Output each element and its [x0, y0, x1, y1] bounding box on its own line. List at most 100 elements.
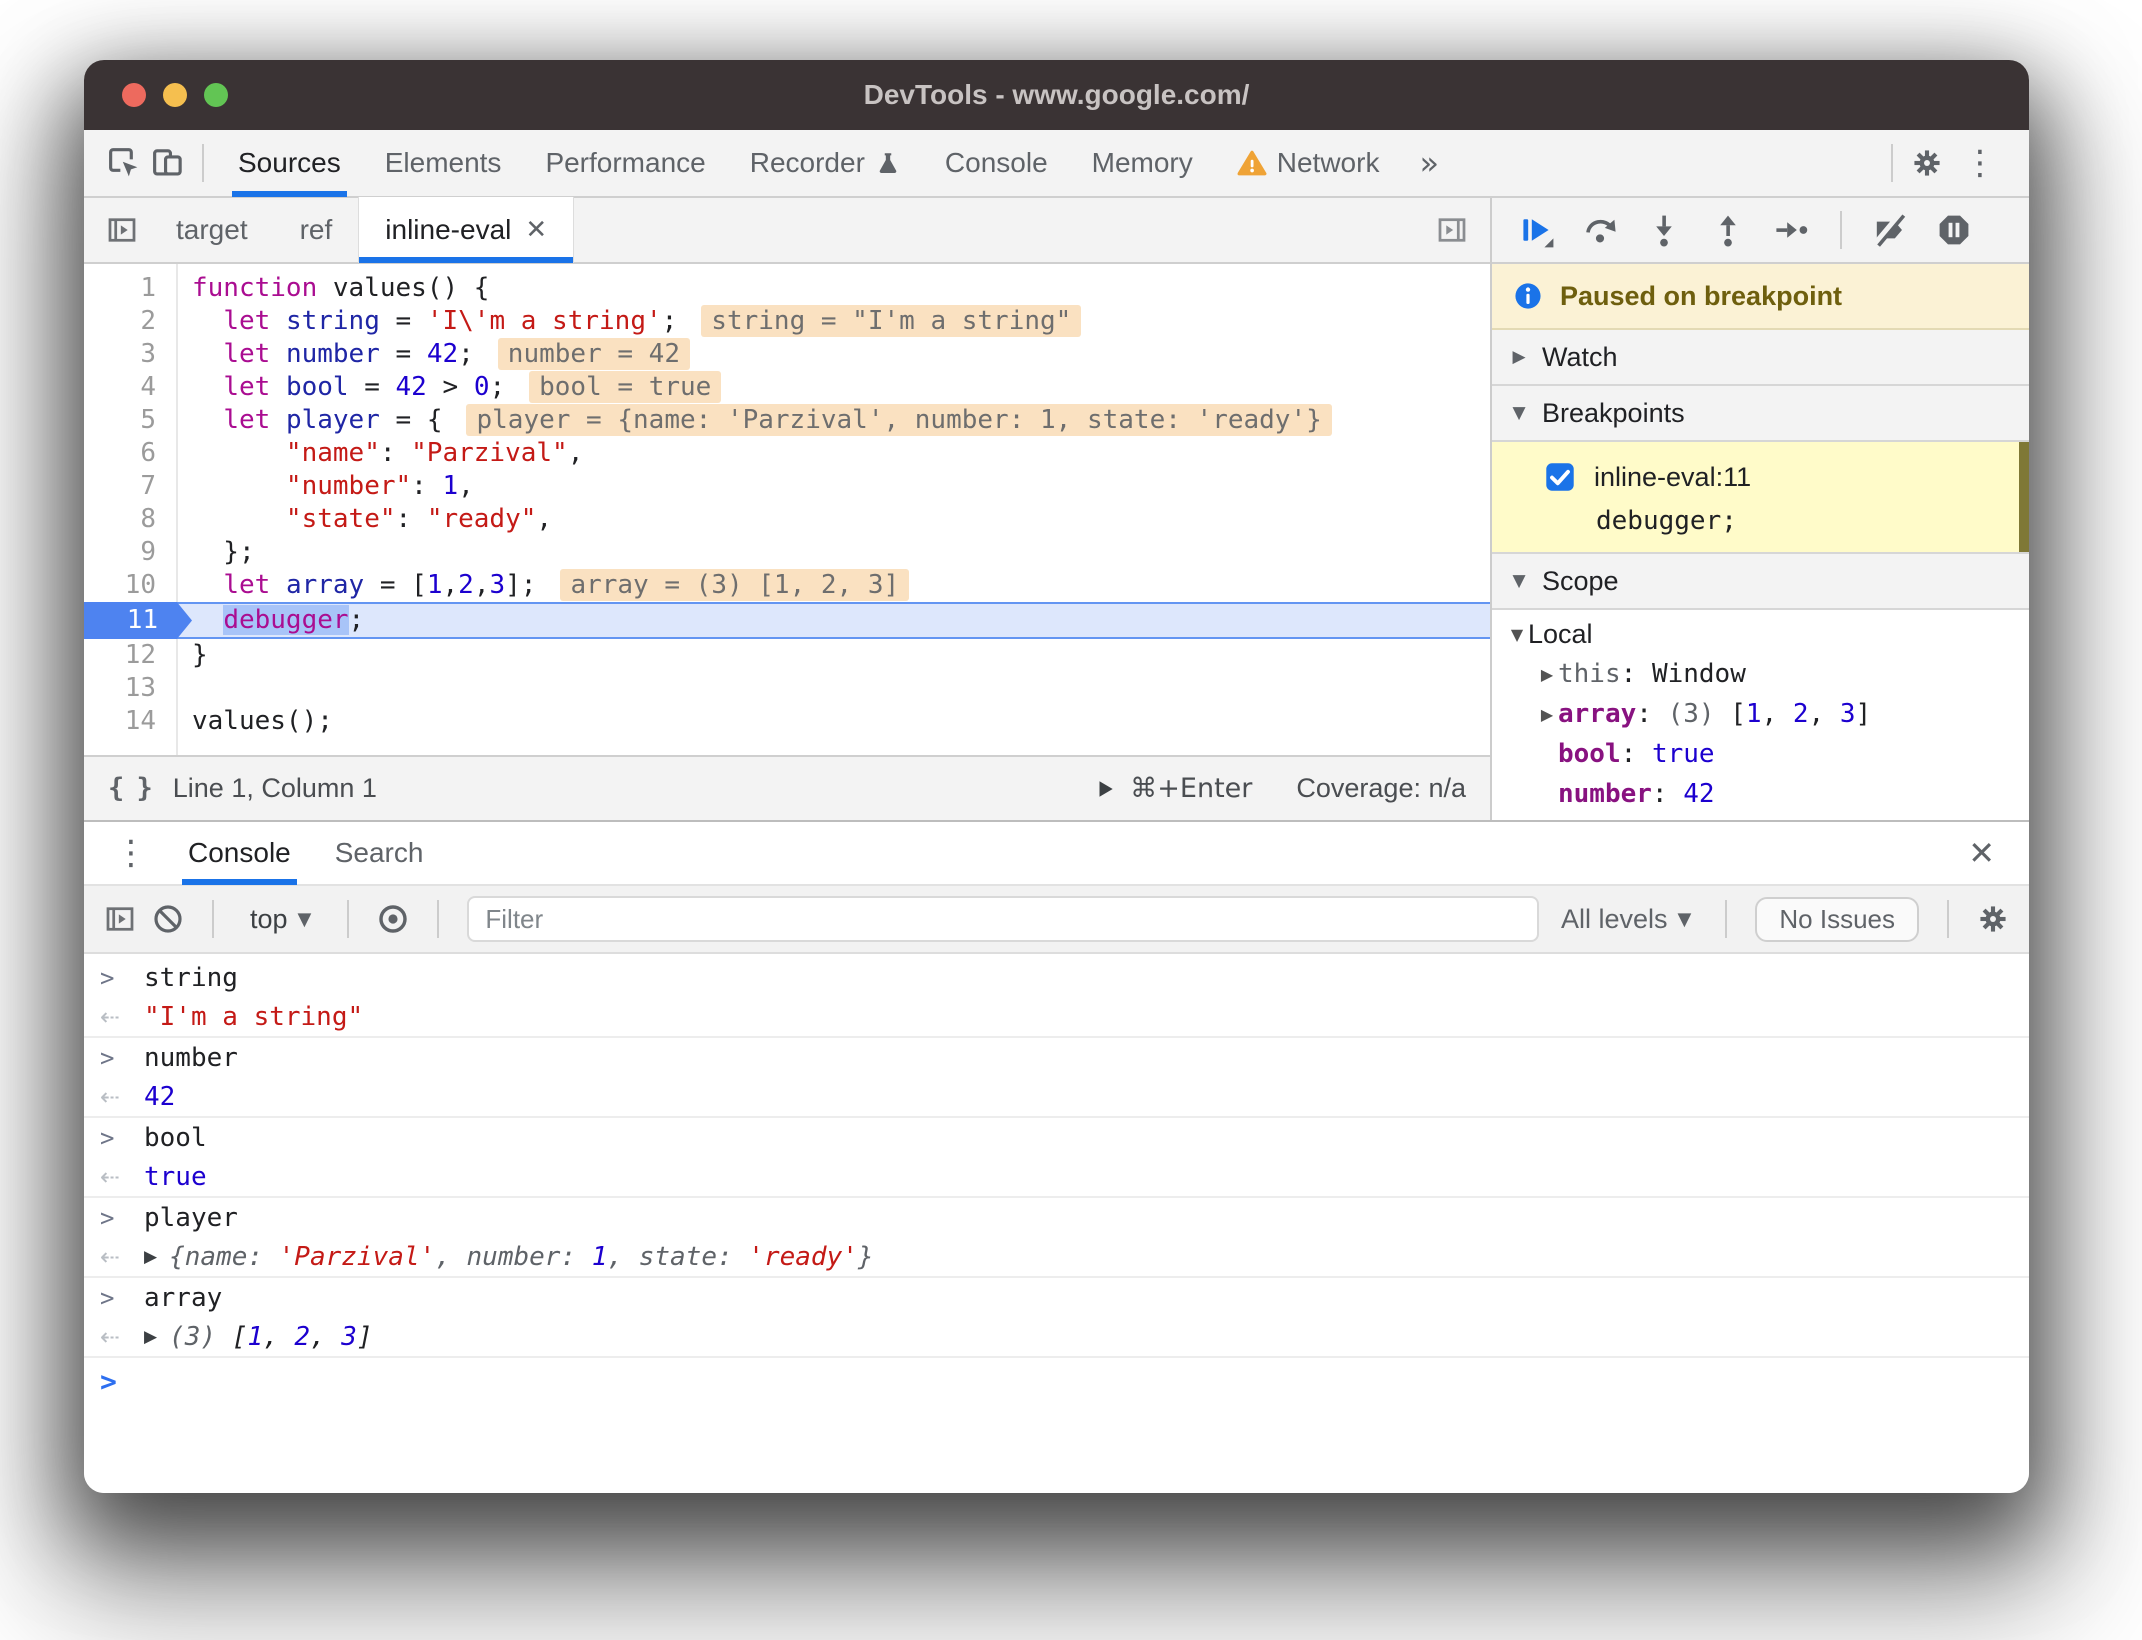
line-number[interactable]: 12: [84, 639, 176, 672]
code-text[interactable]: let bool = 42 > 0; bool = true: [192, 371, 722, 404]
console-filter-input[interactable]: [467, 896, 1539, 942]
code-token: player: [285, 405, 380, 435]
tab-elements[interactable]: Elements: [363, 129, 524, 197]
file-tab-target[interactable]: target: [150, 197, 274, 263]
breakpoint-checkbox[interactable]: [1544, 461, 1576, 493]
line-number[interactable]: 14: [84, 705, 176, 738]
line-number[interactable]: 8: [84, 503, 176, 536]
file-tab-inline-eval[interactable]: inline-eval ✕: [358, 197, 575, 263]
console-input-entry: > array: [84, 1278, 2029, 1318]
step-icon[interactable]: [1774, 212, 1810, 248]
tab-search[interactable]: Search: [313, 821, 446, 885]
tab-sources[interactable]: Sources: [216, 129, 363, 197]
scope-group-local[interactable]: ▼ Local: [1492, 614, 2029, 654]
code-text[interactable]: debugger;: [192, 604, 364, 637]
clear-console-icon[interactable]: [152, 903, 184, 935]
line-number[interactable]: 10: [84, 569, 176, 602]
close-window-button[interactable]: [122, 83, 146, 107]
console-sidebar-icon[interactable]: [104, 903, 136, 935]
code-text[interactable]: let string = 'I\'m a string'; string = "I…: [192, 305, 1082, 338]
code-text[interactable]: }: [192, 639, 208, 672]
live-expression-eye-icon[interactable]: [377, 903, 409, 935]
line-number[interactable]: 6: [84, 437, 176, 470]
step-out-icon[interactable]: [1710, 212, 1746, 248]
expand-triangle-icon[interactable]: ▶: [144, 1327, 157, 1347]
chevron-right-icon[interactable]: ▶: [1536, 665, 1558, 684]
close-drawer-icon[interactable]: ✕: [1968, 834, 2009, 872]
minimize-window-button[interactable]: [163, 83, 187, 107]
code-text[interactable]: let number = 42; number = 42: [192, 338, 690, 371]
tab-memory[interactable]: Memory: [1070, 129, 1215, 197]
code-text[interactable]: let player = {player = {name: 'Parzival'…: [192, 404, 1332, 437]
chevron-right-icon[interactable]: ▶: [1536, 705, 1558, 724]
code-token: ,: [1808, 699, 1840, 729]
line-number[interactable]: 2: [84, 305, 176, 338]
code-token: function: [192, 273, 318, 303]
show-navigator-icon[interactable]: [94, 214, 150, 246]
traffic-lights: [122, 60, 228, 130]
more-panels-icon[interactable]: »: [1401, 144, 1457, 182]
dropdown-arrow-icon: ▼: [1677, 908, 1692, 930]
code-token: ;: [489, 372, 506, 402]
pause-on-exceptions-icon[interactable]: [1936, 212, 1972, 248]
breakpoint-entry[interactable]: inline-eval:11 debugger;: [1492, 442, 2029, 554]
scope-section-header[interactable]: ▼ Scope: [1492, 554, 2029, 610]
file-tab-ref[interactable]: ref: [274, 197, 359, 263]
tab-console[interactable]: Console: [923, 129, 1070, 197]
deactivate-breakpoints-icon[interactable]: [1872, 212, 1908, 248]
zoom-window-button[interactable]: [204, 83, 228, 107]
code-line: 1111 debugger;: [84, 602, 1490, 639]
code-editor[interactable]: 1 function values() { 2 let string = 'I\'m…: [84, 264, 1490, 755]
drawer-menu-icon[interactable]: ⋮: [104, 833, 158, 873]
console-result-arrow-icon: ⇠: [100, 1003, 121, 1031]
line-number[interactable]: 4: [84, 371, 176, 404]
code-text[interactable]: "name": "Parzival",: [192, 437, 583, 470]
code-text[interactable]: "state": "ready",: [192, 503, 552, 536]
resume-script-icon[interactable]: [1518, 212, 1554, 248]
code-token: ];: [505, 570, 537, 600]
tab-performance[interactable]: Performance: [523, 129, 727, 197]
tab-network[interactable]: Network: [1215, 129, 1402, 197]
breakpoints-section-header[interactable]: ▼ Breakpoints: [1492, 386, 2029, 442]
console-settings-gear-icon[interactable]: [1977, 903, 2009, 935]
chevron-down-icon[interactable]: ▼: [1506, 625, 1528, 644]
code-text[interactable]: };: [192, 536, 254, 569]
console-prompt[interactable]: >: [84, 1358, 2029, 1404]
expand-triangle-icon[interactable]: ▶: [144, 1247, 157, 1267]
inspect-element-icon[interactable]: [102, 137, 146, 189]
line-number[interactable]: 9: [84, 536, 176, 569]
customize-devtools-icon[interactable]: ⋮: [1949, 143, 2011, 183]
code-text[interactable]: let array = [1,2,3]; array = (3) [1, 2, 3…: [192, 569, 910, 602]
scope-group-label: Local: [1528, 618, 1593, 649]
line-number[interactable]: 7: [84, 470, 176, 503]
settings-gear-icon[interactable]: [1905, 137, 1949, 189]
code-token: (3): [169, 1322, 232, 1352]
log-levels-selector[interactable]: All levels ▼: [1555, 904, 1697, 935]
tab-console[interactable]: Console: [166, 821, 313, 885]
code-token: array: [144, 1283, 223, 1313]
code-text[interactable]: function values() {: [192, 272, 489, 305]
line-number[interactable]: 3: [84, 338, 176, 371]
code-text[interactable]: values();: [192, 705, 333, 738]
line-number[interactable]: 5: [84, 404, 176, 437]
pretty-print-icon[interactable]: { }: [108, 773, 153, 804]
close-tab-icon[interactable]: ✕: [525, 215, 547, 245]
code-text[interactable]: "number": 1,: [192, 470, 474, 503]
step-over-icon[interactable]: [1582, 212, 1618, 248]
console-toolbar-separator: [1725, 900, 1728, 938]
panel-right-toggle-icon[interactable]: [1424, 214, 1480, 246]
dropdown-arrow-icon: ▼: [297, 908, 312, 930]
line-number[interactable]: 1: [84, 272, 176, 305]
step-into-icon[interactable]: [1646, 212, 1682, 248]
execution-line-marker[interactable]: 11: [84, 602, 192, 639]
code-token: "ready": [426, 504, 537, 534]
issues-counter-button[interactable]: No Issues: [1755, 896, 1919, 942]
watch-section-header[interactable]: ▶ Watch: [1492, 330, 2029, 386]
javascript-context-selector[interactable]: top ▼: [242, 904, 319, 935]
line-number[interactable]: 13: [84, 672, 176, 705]
tab-recorder[interactable]: Recorder: [728, 129, 923, 197]
device-toolbar-icon[interactable]: [146, 137, 190, 189]
